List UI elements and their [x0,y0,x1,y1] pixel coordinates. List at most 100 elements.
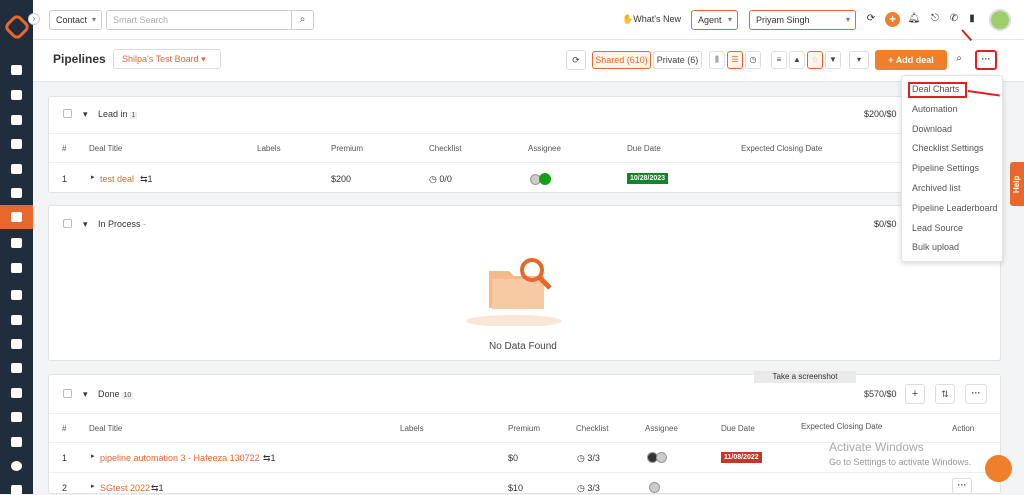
list-icon[interactable] [11,164,22,174]
checklist-value: ◷ 3/3 [577,483,600,494]
menu-item-pipeline-settings[interactable]: Pipeline Settings [912,163,979,173]
topbar: Contact ▾ Smart Search ⌕ ✋What's New Agen… [33,0,1024,40]
contact-select[interactable]: Contact ▾ [49,10,102,30]
private-tab[interactable]: Private (6) [653,51,702,69]
assignee-avatar[interactable] [656,452,667,463]
stage-count: 10 [121,392,134,399]
reports-icon[interactable] [11,290,22,300]
deal-title-link[interactable]: pipeline automation 3 - Hafeeza 130722 [100,453,260,463]
sidebar-toggle-button[interactable]: › [28,13,40,25]
expand-icon[interactable]: ▸ [91,482,95,490]
col-header-assignee: Assignee [645,424,678,433]
checklist-text: 3/3 [587,453,600,463]
contacts-icon[interactable] [11,90,22,100]
checklist-value: ◷ 0/0 [429,174,452,185]
col-header-title: Deal Title [89,144,123,153]
add-deal-button[interactable]: + Add deal [875,50,947,70]
menu-item-archived-list[interactable]: Archived list [912,183,961,193]
menu-item-pipeline-leaderboard[interactable]: Pipeline Leaderboard [912,203,998,213]
pipeline-header: Pipelines Shilpa's Test Board ▾ ⟳ Shared… [33,40,1024,82]
thumbs-down-icon[interactable]: ▼ [825,51,841,69]
shared-tab[interactable]: Shared (610) [592,51,651,69]
megaphone-icon[interactable] [11,238,22,248]
mail-icon[interactable] [11,412,22,422]
smart-search-input[interactable]: Smart Search ⌕ [106,10,314,30]
spinner-icon[interactable]: ◌ [807,51,823,69]
dashboard-icon[interactable] [11,65,22,75]
chat-icon[interactable] [985,455,1012,482]
menu-item-bulk-upload[interactable]: Bulk upload [912,242,959,252]
bell-icon[interactable]: 🔔︎ [907,12,921,26]
avatar[interactable] [989,9,1011,31]
menu-item-lead-source[interactable]: Lead Source [912,223,963,233]
trash-icon[interactable]: ▮ [965,12,979,26]
premium-value: $0 [508,453,519,463]
folder-icon[interactable] [11,315,22,325]
board-select[interactable]: Shilpa's Test Board ▾ [113,49,221,69]
check-circle-icon: ◷ [429,174,437,184]
more-options-button[interactable]: ··· [975,50,997,70]
sort-icon[interactable]: ⇅ [935,384,955,404]
help-tab[interactable]: Help [1010,162,1024,206]
pipeline-filter-icon[interactable] [11,212,22,222]
thumbs-up-icon[interactable]: ▲ [789,51,805,69]
whats-new-link[interactable]: ✋What's New [622,14,681,25]
row-action-button[interactable]: ··· [952,478,972,494]
signature-icon[interactable] [11,437,22,447]
calendar-icon[interactable] [11,388,22,398]
col-header-num: # [62,144,67,153]
stage-more-button[interactable]: ··· [965,384,987,404]
subdeal-count: ⇆1 [140,174,153,185]
select-all-checkbox[interactable] [63,109,72,118]
agent-select[interactable]: Agent ▾ [691,10,738,30]
add-deal-to-stage-button[interactable]: + [905,384,925,404]
refresh-pipeline-button[interactable]: ⟳ [566,50,586,70]
menu-item-download[interactable]: Download [912,124,952,134]
col-header-labels: Labels [400,424,424,433]
stage-name: Lead in [98,109,128,119]
due-date-badge: 11/08/2022 [721,452,762,463]
agent-select-label: Agent [698,15,722,25]
history-icon[interactable]: ◷ [745,51,761,69]
bank-icon[interactable] [11,139,22,149]
dollar-icon[interactable] [11,461,22,471]
user-select[interactable]: Priyam Singh ▾ [749,10,856,30]
notes-icon[interactable] [11,263,22,273]
stack-icon[interactable]: ≡ [771,51,787,69]
select-all-checkbox[interactable] [63,389,72,398]
logout-icon[interactable]: ⎋ [928,12,942,26]
list-view-icon[interactable]: ☰ [727,51,743,69]
assignee-avatar[interactable] [649,482,660,493]
check-circle-icon: ◷ [577,483,585,493]
subdeal-count-value: 1 [147,174,153,184]
deal-title-link[interactable]: SGtest 2022 [100,483,150,493]
deal-title-link[interactable]: test deal [100,174,134,184]
chevron-down-icon[interactable]: ▾ [83,109,88,120]
phone-icon[interactable]: ✆ [947,12,961,26]
expand-icon[interactable]: ▸ [91,452,95,460]
col-header-action: Action [952,424,975,433]
kanban-view-icon[interactable]: ⫼ [709,51,725,69]
stage-count: - [143,219,147,229]
chevron-down-icon: ▾ [91,15,96,24]
select-all-checkbox[interactable] [63,219,72,228]
calculator-icon[interactable] [11,363,22,373]
filter-icon[interactable]: ▾ [849,51,869,69]
documents-icon[interactable] [11,115,22,125]
quick-add-icon[interactable]: + [885,12,900,27]
refresh-icon[interactable]: ⟳ [864,12,878,26]
checklist-text: 3/3 [587,483,600,493]
col-header-checklist: Checklist [576,424,609,433]
menu-item-deal-charts[interactable]: Deal Charts [912,84,960,94]
search-icon[interactable]: ⌕ [291,11,313,29]
contact-card-icon[interactable] [11,188,22,198]
search-icon[interactable]: ⌕ [952,52,966,66]
stage-count: 1 [129,112,138,119]
expand-icon[interactable]: ▸ [91,173,95,181]
menu-item-automation[interactable]: Automation [912,104,958,114]
chevron-down-icon[interactable]: ▾ [83,219,88,230]
menu-item-checklist-settings[interactable]: Checklist Settings [912,143,984,153]
google-icon[interactable] [11,339,22,349]
subdeal-count: ⇆1 [263,453,276,464]
chevron-down-icon[interactable]: ▾ [83,389,88,400]
